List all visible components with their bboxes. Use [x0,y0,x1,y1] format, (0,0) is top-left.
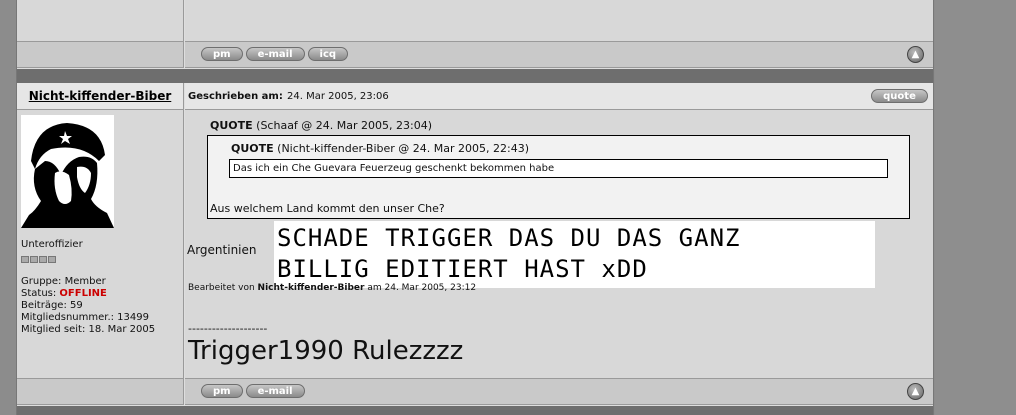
scroll-top-icon[interactable]: ▲ [907,383,924,400]
signature-text: Trigger1990 Rulezzzz [188,336,464,366]
status-badge: OFFLINE [59,288,107,299]
overlay-line-2: BILLIG EDITIERT HAST xDD [277,255,648,283]
group-label: Gruppe: Member [21,276,106,287]
post-separator [17,69,933,83]
author-info: Unteroffizier Gruppe: Member Status: OFF… [17,110,184,378]
author-cell: Nicht-kiffender-Biber [17,83,184,110]
che-portrait-avatar [21,115,114,228]
written-date: 24. Mar 2005, 23:06 [287,91,389,102]
prev-post-body [185,0,933,41]
edited-note: Bearbeitet von Nicht-kiffender-Biber am … [188,283,476,293]
author-name-link[interactable]: Nicht-kiffender-Biber [17,89,183,103]
pm-button[interactable]: pm [201,384,243,398]
prev-post-side [17,0,184,41]
edited-prefix: Bearbeitet von [188,283,255,293]
inner-quote-header: QUOTE (Nicht-kiffender-Biber @ 24. Mar 2… [231,142,529,155]
member-number: Mitgliedsnummer.: 13499 [21,312,149,323]
member-details: Gruppe: Member Status: OFFLINE Beiträge:… [21,276,155,336]
quote-button[interactable]: quote [871,89,928,103]
written-label: Geschrieben am: [188,91,283,102]
answer-text: Argentinien [187,243,257,257]
outer-quote-text: Aus welchem Land kommt den unser Che? [210,202,445,215]
posts-count: Beiträge: 59 [21,300,83,311]
post-content: QUOTE (Schaaf @ 24. Mar 2005, 23:04) QUO… [185,110,933,378]
signature-divider: -------------------- [188,322,268,335]
inner-quote-box: Das ich ein Che Guevara Feuerzeug gesche… [229,159,888,178]
scroll-top-icon[interactable]: ▲ [907,46,924,63]
rank-label: Unteroffizier [21,239,83,250]
pm-button[interactable]: pm [201,47,243,61]
post-bar: pm e-mail [185,378,933,405]
outer-quote-label: QUOTE [210,119,253,132]
member-since: Mitglied seit: 18. Mar 2005 [21,324,156,335]
email-button[interactable]: e-mail [245,384,305,398]
inner-quote-label: QUOTE [231,142,274,155]
inner-quote-text: Das ich ein Che Guevara Feuerzeug gesche… [233,163,555,174]
avatar [21,115,114,228]
rank-pips [21,253,61,263]
status-label: Status: [21,288,57,299]
edited-user: Nicht-kiffender-Biber [257,283,365,293]
inner-quote-meta: (Nicht-kiffender-Biber @ 24. Mar 2005, 2… [277,142,530,155]
prev-post-bar-side [17,41,184,68]
post-bar-side [17,378,184,405]
outer-quote-meta: (Schaaf @ 24. Mar 2005, 23:04) [256,119,433,132]
page-background-right [935,0,1016,415]
outer-quote-header: QUOTE (Schaaf @ 24. Mar 2005, 23:04) [210,119,432,132]
outer-quote-box: QUOTE (Nicht-kiffender-Biber @ 24. Mar 2… [207,135,910,219]
prev-post-bar: pm e-mail icq [185,41,933,68]
icq-button[interactable]: icq [307,47,349,61]
email-button[interactable]: e-mail [245,47,305,61]
post-separator [17,406,933,415]
overlay-image: SCHADE TRIGGER DAS DU DAS GANZ BILLIG ED… [274,221,875,288]
edited-suffix: am 24. Mar 2005, 23:12 [367,283,477,293]
post-header: Geschrieben am: 24. Mar 2005, 23:06 [185,83,933,110]
status-line: Status: OFFLINE [21,288,155,300]
overlay-line-1: SCHADE TRIGGER DAS DU DAS GANZ [277,224,741,252]
